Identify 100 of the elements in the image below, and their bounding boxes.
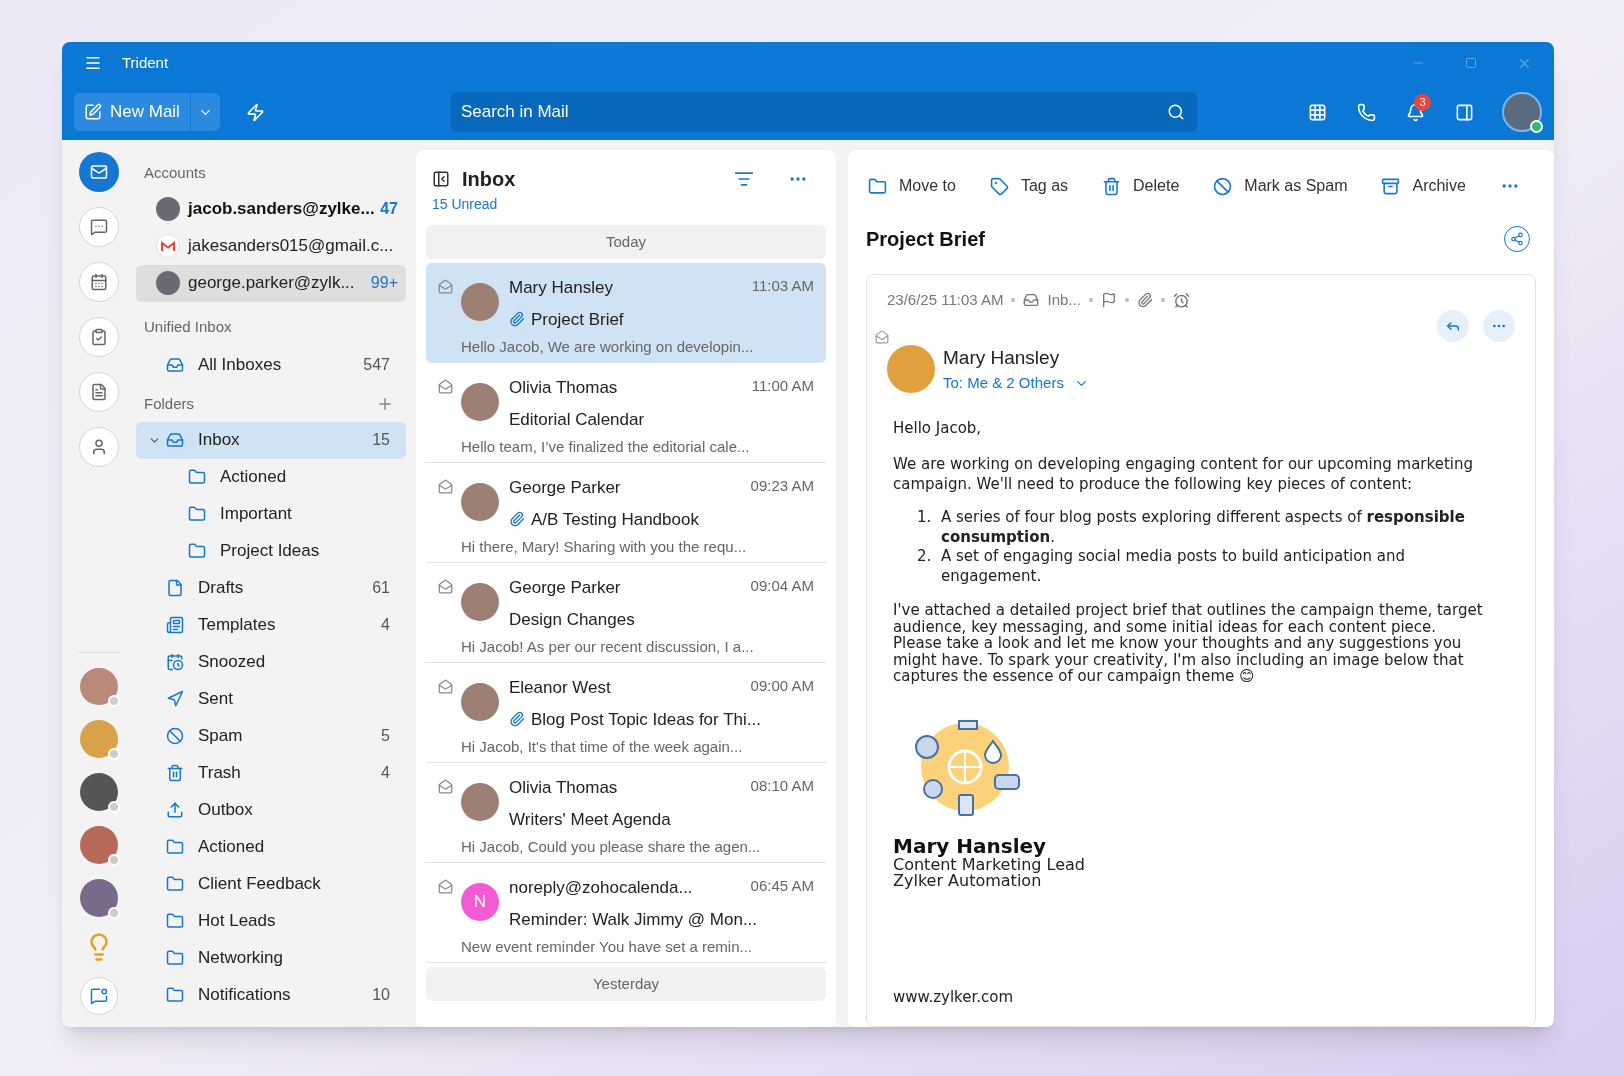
compose-icon[interactable] — [84, 103, 102, 121]
apps-icon[interactable] — [1308, 102, 1327, 122]
message-item[interactable]: Mary Hansley 11:03 AM Project Brief Hello Jacob, We are working on developin... — [426, 263, 826, 363]
tasks-icon[interactable] — [90, 327, 108, 346]
account-item[interactable]: jacob.sanders@zylke... 47 — [136, 190, 406, 228]
reminder-icon[interactable] — [1172, 291, 1190, 309]
folder-count: 4 — [381, 763, 390, 783]
message-subject: Blog Post Topic Ideas for Thi... — [531, 708, 761, 731]
folder-item[interactable]: Sent — [136, 680, 406, 718]
read-status-icon[interactable] — [438, 579, 453, 594]
folder-icon — [166, 653, 184, 671]
folder-name: Inbox — [198, 429, 241, 452]
folder-item[interactable]: Actioned — [136, 828, 406, 866]
toolbar-action[interactable]: Delete — [1102, 174, 1180, 198]
folder-item[interactable]: Snoozed — [136, 643, 406, 681]
message-item[interactable]: Eleanor West 09:00 AM Blog Post Topic Ideas for Thi... Hi Jacob, It's that time of the week again... — [426, 663, 826, 763]
feedback-button[interactable] — [80, 977, 118, 1015]
read-status-icon[interactable] — [438, 879, 453, 894]
attachment-icon[interactable] — [1136, 292, 1153, 309]
unread-count[interactable]: 15 Unread — [432, 194, 826, 215]
search-field[interactable]: Search in Mail — [450, 92, 1197, 132]
folder-item[interactable]: Actioned — [136, 458, 406, 496]
read-status-icon[interactable] — [438, 479, 453, 494]
move-icon[interactable] — [868, 176, 887, 196]
calendar-icon[interactable] — [90, 272, 108, 291]
menu-icon[interactable] — [84, 54, 102, 72]
sender-name: Olivia Thomas — [509, 777, 618, 799]
tag-icon[interactable] — [989, 176, 1009, 196]
contact-avatar[interactable] — [80, 773, 118, 812]
rail-button[interactable] — [79, 316, 119, 357]
rail-button[interactable] — [79, 371, 119, 412]
share-icon[interactable] — [1510, 232, 1524, 246]
reply-button[interactable] — [1437, 309, 1469, 342]
folder-item[interactable]: Drafts 61 — [136, 569, 406, 607]
rail-button[interactable] — [79, 206, 119, 247]
email-date: 23/6/25 11:03 AM — [887, 290, 1004, 310]
folder-name: Outbox — [198, 799, 254, 822]
folder-item[interactable]: Templates 4 — [136, 606, 406, 644]
rail-button[interactable] — [79, 426, 119, 467]
folder-item[interactable]: Networking — [136, 939, 406, 977]
folder-icon — [166, 431, 184, 449]
message-item[interactable]: Olivia Thomas 08:10 AM Writers' Meet Agenda Hi Jacob, Could you please share the agen... — [426, 763, 826, 863]
notes-icon[interactable] — [90, 382, 108, 401]
archive-icon[interactable] — [1381, 176, 1401, 196]
side-panel-icon[interactable] — [1455, 102, 1474, 122]
message-time: 09:04 AM — [750, 576, 814, 596]
folder-item[interactable]: Client Feedback — [136, 865, 406, 903]
collapse-panel-icon[interactable] — [432, 170, 450, 188]
folder-count: 4 — [381, 615, 390, 635]
toolbar-action[interactable]: Mark as Spam — [1213, 174, 1348, 198]
folder-name: Templates — [198, 614, 277, 637]
folder-item[interactable]: Inbox 15 — [136, 421, 406, 459]
toolbar-action[interactable]: Tag as — [989, 174, 1069, 198]
sender-avatar — [461, 283, 499, 321]
rail-button[interactable] — [79, 261, 119, 302]
contacts-icon[interactable] — [90, 437, 108, 456]
flag-icon[interactable] — [1100, 292, 1117, 309]
rail-button[interactable] — [79, 152, 119, 192]
filter-icon[interactable] — [734, 169, 754, 189]
folder-item[interactable]: All Inboxes 547 — [136, 346, 406, 383]
recipients-link[interactable]: To: Me & 2 Others — [943, 372, 1089, 395]
sender-avatar — [461, 683, 499, 721]
account-item[interactable]: george.parker@zylk... 99+ — [136, 264, 406, 302]
window-title: Trident — [122, 52, 169, 73]
toolbar-action[interactable]: Archive — [1381, 174, 1466, 198]
message-item[interactable]: Olivia Thomas 11:00 AM Editorial Calendar Hello team, I’ve finalized the editorial cale... — [426, 363, 826, 463]
folder-icon — [166, 727, 184, 745]
folder-item[interactable]: Important — [136, 495, 406, 533]
contact-avatar[interactable] — [80, 826, 118, 865]
folder-name: Actioned — [220, 466, 288, 489]
mail-icon[interactable] — [90, 162, 108, 181]
folder-item[interactable]: Hot Leads — [136, 902, 406, 940]
read-status-icon[interactable] — [438, 779, 453, 794]
delete-icon[interactable] — [1102, 176, 1122, 196]
section-heading: Folders — [144, 394, 195, 414]
search-icon[interactable] — [1166, 103, 1185, 121]
toolbar-action[interactable]: Move to — [868, 174, 956, 198]
contact-avatar[interactable] — [80, 879, 118, 918]
message-item[interactable]: George Parker 09:04 AM Design Changes Hi Jacob! As per our recent discussion, I a... — [426, 563, 826, 663]
read-status-icon[interactable] — [438, 279, 453, 294]
lightning-icon[interactable] — [245, 102, 265, 122]
account-item[interactable]: jakesanders015@gmail.c... — [136, 227, 406, 265]
read-status-icon[interactable] — [438, 379, 453, 394]
signature-name: Mary Hansley — [893, 834, 1048, 857]
notification-badge: 3 — [1414, 93, 1431, 111]
folder-item[interactable]: Trash 4 — [136, 754, 406, 792]
folder-item[interactable]: Notifications 10 — [136, 976, 406, 1014]
message-item[interactable]: George Parker 09:23 AM A/B Testing Handbook Hi there, Mary! Sharing with you the requ... — [426, 463, 826, 563]
profile-avatar[interactable] — [1502, 92, 1542, 132]
chat-icon[interactable] — [90, 217, 108, 236]
chat-bubble-icon[interactable] — [90, 987, 108, 1006]
folder-item[interactable]: Outbox — [136, 791, 406, 829]
list-number: 2. — [917, 547, 933, 567]
folder-item[interactable]: Project Ideas — [136, 532, 406, 570]
message-item[interactable]: N noreply@zohocalenda... 06:45 AM Reminder: Walk Jimmy @ Mon... New event reminder You have set a remin... — [426, 863, 826, 963]
phone-icon[interactable] — [1357, 102, 1376, 122]
read-status-icon[interactable] — [438, 679, 453, 694]
folder-item[interactable]: Spam 5 — [136, 717, 406, 755]
account-avatar — [156, 197, 180, 221]
spam-icon[interactable] — [1213, 176, 1233, 196]
